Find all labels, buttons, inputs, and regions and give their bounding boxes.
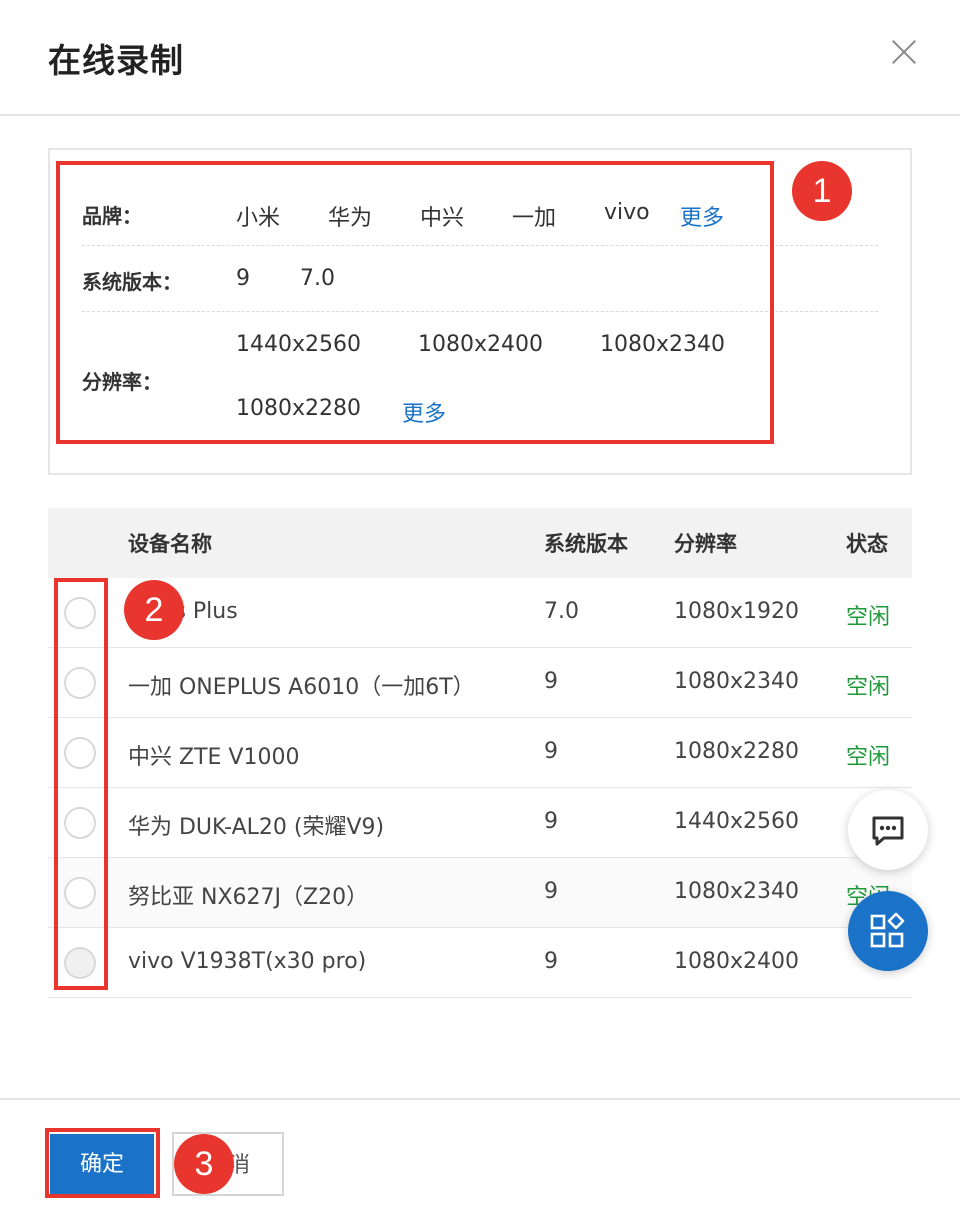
chat-icon	[872, 816, 904, 846]
os-option-7[interactable]: 7.0	[300, 266, 335, 291]
resolution-cell: 1080x2400	[674, 949, 799, 974]
filter-row-brand: 品牌： 小米 华为 中兴 一加 vivo 更多	[82, 180, 878, 246]
chat-button[interactable]	[848, 790, 928, 870]
header-os-version: 系统版本	[544, 532, 628, 556]
os-filter-label: 系统版本：	[82, 270, 182, 294]
filter-row-os: 系统版本： 9 7.0	[82, 246, 878, 312]
brand-option-zte[interactable]: 中兴	[420, 200, 464, 232]
resolution-cell: 1440x2560	[674, 809, 799, 834]
dialog-header: 在线录制	[0, 0, 960, 116]
annotation-badge-3: 3	[174, 1134, 234, 1194]
device-name-cell: vivo V1938T(x30 pro)	[128, 949, 367, 974]
device-radio[interactable]	[64, 597, 96, 629]
device-radio[interactable]	[64, 667, 96, 699]
device-name-cell: 华为 DUK-AL20 (荣耀V9)	[128, 815, 385, 840]
resolution-option-1080x2400[interactable]: 1080x2400	[418, 332, 543, 357]
brand-option-oneplus[interactable]: 一加	[512, 200, 556, 232]
os-version-cell: 9	[544, 809, 558, 834]
resolution-cell: 1080x2340	[674, 669, 799, 694]
os-version-cell: 9	[544, 739, 558, 764]
annotation-badge-1: 1	[792, 161, 852, 221]
apps-button[interactable]	[848, 891, 928, 971]
device-table-header: 设备名称 系统版本 分辨率 状态	[48, 508, 912, 578]
status-cell: 空闲	[846, 745, 891, 770]
dialog-title: 在线录制	[48, 41, 184, 80]
brand-option-xiaomi[interactable]: 小米	[236, 200, 280, 232]
device-name-cell: 努比亚 NX627J（Z20）	[128, 885, 369, 910]
status-cell: 空闲	[846, 675, 891, 700]
device-radio[interactable]	[64, 877, 96, 909]
table-row[interactable]: 一加 ONEPLUS A6010（一加6T） 9 1080x2340 空闲	[48, 648, 912, 718]
brand-filter-label: 品牌：	[82, 204, 142, 228]
annotation-badge-2: 2	[124, 580, 184, 640]
device-name-cell: 一加 ONEPLUS A6010（一加6T）	[128, 675, 475, 700]
apps-icon	[870, 912, 905, 948]
status-cell: 空闲	[846, 605, 891, 630]
device-name-cell: 中兴 ZTE V1000	[128, 745, 300, 770]
filter-row-resolution: 分辨率： 1440x2560 1080x2400 1080x2340 1080x…	[82, 312, 878, 442]
table-row[interactable]: 努比亚 NX627J（Z20） 9 1080x2340 空闲	[48, 858, 912, 928]
device-radio[interactable]	[64, 807, 96, 839]
os-version-cell: 9	[544, 879, 558, 904]
device-radio[interactable]	[64, 947, 96, 979]
os-version-cell: 9	[544, 949, 558, 974]
header-status: 状态	[846, 532, 888, 556]
table-row[interactable]: 中兴 ZTE V1000 9 1080x2280 空闲	[48, 718, 912, 788]
os-option-9[interactable]: 9	[236, 266, 250, 291]
resolution-option-1080x2340[interactable]: 1080x2340	[600, 332, 725, 357]
table-row[interactable]: 华为 DUK-AL20 (荣耀V9) 9 1440x2560	[48, 788, 912, 858]
confirm-button[interactable]: 确定	[50, 1134, 154, 1194]
brand-option-huawei[interactable]: 华为	[328, 200, 372, 232]
resolution-option-1440x2560[interactable]: 1440x2560	[236, 332, 361, 357]
header-resolution: 分辨率	[674, 532, 737, 556]
resolution-option-1080x2280[interactable]: 1080x2280	[236, 396, 361, 421]
device-radio[interactable]	[64, 737, 96, 769]
os-version-cell: 9	[544, 669, 558, 694]
os-version-cell: 7.0	[544, 599, 579, 624]
brand-more-link[interactable]: 更多	[680, 200, 724, 232]
resolution-cell: 1080x1920	[674, 599, 799, 624]
table-row[interactable]: vivo V1938T(x30 pro) 9 1080x2400	[48, 928, 912, 998]
resolution-filter-label: 分辨率：	[82, 370, 162, 394]
close-icon[interactable]	[890, 38, 918, 66]
resolution-cell: 1080x2280	[674, 739, 799, 764]
resolution-more-link[interactable]: 更多	[402, 396, 446, 428]
header-device-name: 设备名称	[128, 532, 212, 556]
brand-option-vivo[interactable]: vivo	[604, 200, 650, 225]
resolution-cell: 1080x2340	[674, 879, 799, 904]
